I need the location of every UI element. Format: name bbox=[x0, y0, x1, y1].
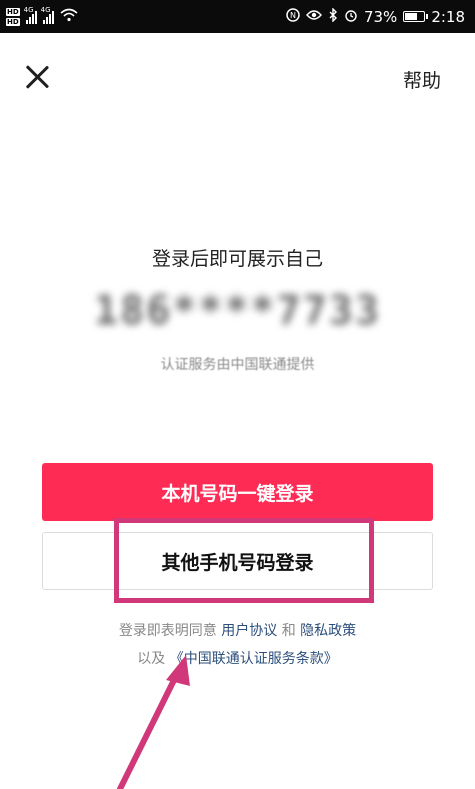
battery-icon bbox=[403, 11, 429, 22]
signal-icon-2: 4G bbox=[41, 6, 54, 24]
hd-icon: HD HD bbox=[6, 7, 20, 26]
signal-icon: 4G bbox=[24, 6, 37, 24]
wifi-icon bbox=[60, 8, 78, 26]
provider-note: 认证服务由中国联通提供 bbox=[160, 357, 315, 373]
svg-text:N: N bbox=[290, 11, 296, 20]
help-button[interactable]: 帮助 bbox=[403, 66, 441, 93]
carrier-terms-link[interactable]: 《中国联通认证服务条款》 bbox=[170, 651, 338, 667]
alarm-icon bbox=[344, 8, 358, 26]
bluetooth-icon bbox=[328, 6, 338, 26]
nfc-icon: N bbox=[286, 7, 300, 26]
clock: 2:18 bbox=[431, 7, 465, 26]
battery-percent: 73% bbox=[363, 7, 398, 26]
close-icon[interactable] bbox=[22, 62, 52, 92]
agreement-and: 和 bbox=[277, 623, 301, 639]
user-agreement-link[interactable]: 用户协议 bbox=[221, 623, 277, 639]
status-right: N 73% 2:18 bbox=[286, 6, 465, 26]
masked-phone-number: 186****7733 bbox=[94, 288, 381, 334]
status-left: HD HD 4G 4G bbox=[6, 6, 78, 27]
agreement-line2-prefix: 以及 bbox=[137, 651, 170, 667]
one-click-login-button[interactable]: 本机号码一键登录 bbox=[42, 463, 433, 521]
eye-icon bbox=[306, 9, 322, 25]
agreement-line-1: 登录即表明同意 用户协议 和 隐私政策 bbox=[0, 620, 475, 640]
page-title: 登录后即可展示自己 bbox=[151, 248, 323, 270]
battery-fill bbox=[405, 13, 418, 20]
agreement-prefix: 登录即表明同意 bbox=[118, 623, 222, 639]
annotation-arrow bbox=[117, 655, 190, 789]
privacy-policy-link[interactable]: 隐私政策 bbox=[300, 623, 356, 639]
agreement-line-2: 以及 《中国联通认证服务条款》 bbox=[0, 648, 475, 668]
other-phone-login-button[interactable]: 其他手机号码登录 bbox=[42, 532, 433, 590]
status-bar: HD HD 4G 4G N 73% 2:18 bbox=[0, 0, 475, 33]
